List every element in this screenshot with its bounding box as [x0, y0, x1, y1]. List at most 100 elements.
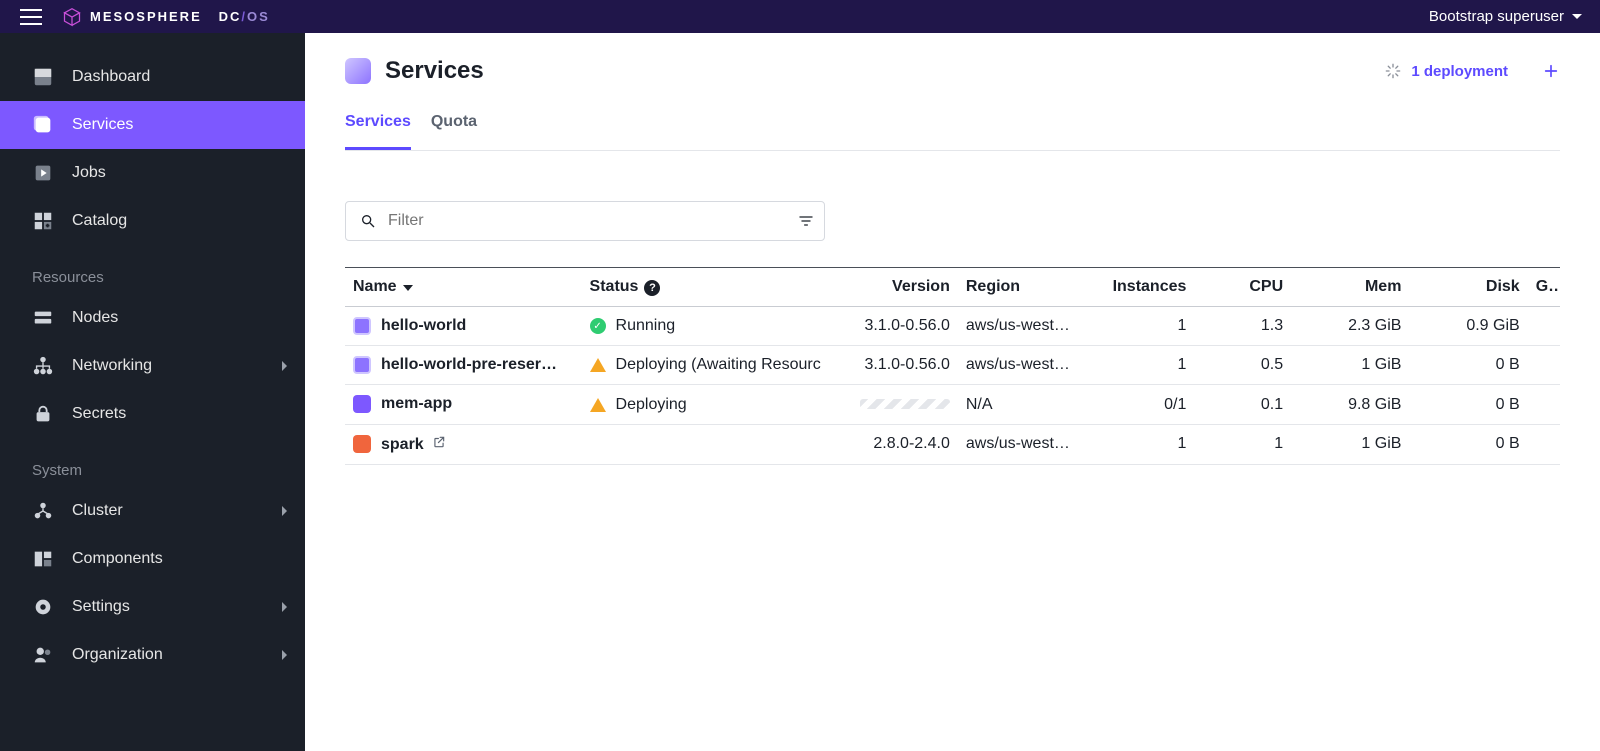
col-header-instances[interactable]: Instances: [1098, 268, 1195, 307]
sidebar-section-resources: Resources: [0, 245, 305, 294]
cell-name[interactable]: spark: [345, 424, 582, 464]
tab-services[interactable]: Services: [345, 113, 411, 150]
external-link-icon[interactable]: [432, 435, 446, 449]
sidebar-item-label: Components: [72, 550, 163, 568]
sidebar: Dashboard Services Jobs Catalog Resource…: [0, 33, 305, 751]
cell-gpu: [1528, 307, 1560, 346]
col-header-gpu[interactable]: GP: [1528, 268, 1560, 307]
sidebar-item-settings[interactable]: Settings: [0, 583, 305, 631]
sidebar-item-catalog[interactable]: Catalog: [0, 197, 305, 245]
cell-mem: 2.3 GiB: [1291, 307, 1409, 346]
sidebar-section-system: System: [0, 438, 305, 487]
services-icon: [32, 114, 54, 136]
service-type-icon: [353, 395, 371, 413]
user-menu-label: Bootstrap superuser: [1429, 8, 1564, 25]
cell-disk: 0 B: [1409, 424, 1527, 464]
col-header-mem[interactable]: Mem: [1291, 268, 1409, 307]
col-header-disk[interactable]: Disk: [1409, 268, 1527, 307]
service-type-icon: [353, 356, 371, 374]
cell-disk: 0.9 GiB: [1409, 307, 1527, 346]
sidebar-item-cluster[interactable]: Cluster: [0, 487, 305, 535]
sidebar-item-services[interactable]: Services: [0, 101, 305, 149]
cell-name[interactable]: hello-world: [345, 307, 582, 346]
sidebar-item-dashboard[interactable]: Dashboard: [0, 53, 305, 101]
cell-version: 3.1.0-0.56.0: [829, 307, 958, 346]
tabs: Services Quota: [345, 113, 1560, 151]
loading-placeholder-icon: [860, 399, 950, 409]
sidebar-item-label: Nodes: [72, 309, 118, 327]
dashboard-icon: [32, 66, 54, 88]
sidebar-item-jobs[interactable]: Jobs: [0, 149, 305, 197]
catalog-icon: [32, 210, 54, 232]
sidebar-item-label: Cluster: [72, 502, 123, 520]
col-header-cpu[interactable]: CPU: [1194, 268, 1291, 307]
tab-quota[interactable]: Quota: [431, 113, 477, 150]
table-row[interactable]: mem-appDeployingN/A0/10.19.8 GiB0 B: [345, 385, 1560, 424]
cell-instances: 1: [1098, 424, 1195, 464]
cell-region: aws/us-west…: [958, 424, 1098, 464]
deployments-label: 1 deployment: [1411, 63, 1508, 80]
brand-prefix: MESOSPHERE: [90, 9, 202, 24]
cell-status: Deploying (Awaiting Resourc: [582, 346, 829, 385]
brand-logo-icon: [62, 7, 82, 27]
col-header-name[interactable]: Name: [345, 268, 582, 307]
cell-version: 3.1.0-0.56.0: [829, 346, 958, 385]
sort-desc-icon: [403, 285, 413, 291]
status-text: Deploying (Awaiting Resourc: [616, 356, 821, 374]
help-icon[interactable]: ?: [644, 280, 660, 296]
cell-cpu: 1: [1194, 424, 1291, 464]
cell-gpu: [1528, 424, 1560, 464]
col-header-region[interactable]: Region: [958, 268, 1098, 307]
sidebar-item-label: Secrets: [72, 405, 126, 423]
cell-cpu: 0.1: [1194, 385, 1291, 424]
menu-toggle-icon[interactable]: [20, 9, 42, 25]
cell-version: 2.8.0-2.4.0: [829, 424, 958, 464]
table-row[interactable]: hello-world ✓ Running 3.1.0-0.56.0aws/us-we…: [345, 307, 1560, 346]
cell-gpu: [1528, 385, 1560, 424]
cell-disk: 0 B: [1409, 346, 1527, 385]
cell-name[interactable]: mem-app: [345, 385, 582, 424]
sidebar-item-networking[interactable]: Networking: [0, 342, 305, 390]
filter-input[interactable]: [388, 212, 786, 230]
brand-dc: DC: [219, 9, 242, 24]
chevron-right-icon: [282, 602, 287, 612]
deployments-link[interactable]: 1 deployment: [1385, 63, 1508, 80]
cell-region: N/A: [958, 385, 1098, 424]
col-header-status[interactable]: Status?: [582, 268, 829, 307]
cell-mem: 9.8 GiB: [1291, 385, 1409, 424]
services-table: Name Status? Version Region Instances CP…: [345, 267, 1560, 465]
chevron-right-icon: [282, 361, 287, 371]
table-row[interactable]: hello-world-pre-reser… Deploying (Awaitin…: [345, 346, 1560, 385]
page-title: Services: [385, 57, 484, 85]
status-ok-icon: ✓: [590, 318, 606, 334]
nodes-icon: [32, 307, 54, 329]
sidebar-item-secrets[interactable]: Secrets: [0, 390, 305, 438]
user-menu[interactable]: Bootstrap superuser: [1429, 8, 1582, 25]
sidebar-item-label: Organization: [72, 646, 163, 664]
service-name: hello-world: [381, 317, 466, 334]
spinner-icon: [1385, 63, 1401, 79]
organization-icon: [32, 644, 54, 666]
cell-status: ✓ Running: [582, 307, 829, 346]
filter-icon[interactable]: [798, 213, 814, 229]
table-row[interactable]: spark2.8.0-2.4.0aws/us-west…111 GiB0 B: [345, 424, 1560, 464]
sidebar-item-organization[interactable]: Organization: [0, 631, 305, 679]
cell-cpu: 1.3: [1194, 307, 1291, 346]
cell-name[interactable]: hello-world-pre-reser…: [345, 346, 582, 385]
status-text: Running: [616, 317, 676, 335]
cell-region: aws/us-west…: [958, 307, 1098, 346]
cell-instances: 0/1: [1098, 385, 1195, 424]
search-icon: [360, 213, 376, 229]
status-warning-icon: [590, 358, 606, 372]
sidebar-item-nodes[interactable]: Nodes: [0, 294, 305, 342]
col-header-version[interactable]: Version: [829, 268, 958, 307]
filter-box: [345, 201, 825, 241]
sidebar-item-label: Jobs: [72, 164, 106, 182]
chevron-right-icon: [282, 506, 287, 516]
sidebar-item-components[interactable]: Components: [0, 535, 305, 583]
cell-status: [582, 424, 829, 464]
add-service-button[interactable]: [1542, 62, 1560, 80]
sidebar-item-label: Settings: [72, 598, 130, 616]
cell-cpu: 0.5: [1194, 346, 1291, 385]
brand[interactable]: MESOSPHERE DC/OS: [62, 7, 270, 27]
